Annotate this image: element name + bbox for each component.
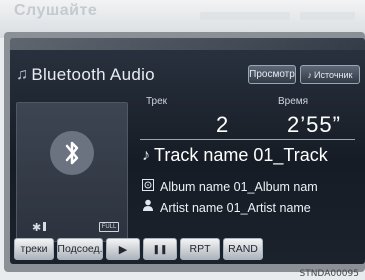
artist-icon xyxy=(142,199,154,217)
image-code: STNDA00095 xyxy=(299,269,359,279)
bluetooth-icon xyxy=(50,131,94,175)
track-label: Трек xyxy=(146,96,168,107)
app-title-text: Bluetooth Audio xyxy=(31,65,155,84)
album-row: Album name 01_Album nam xyxy=(142,178,318,196)
repeat-button[interactable]: RPT xyxy=(180,238,220,260)
ghost-bar xyxy=(200,12,290,20)
music-note-icon: ♪ xyxy=(142,146,150,164)
pause-icon: ❚❚ xyxy=(152,243,168,254)
audio-screen: ♫ Bluetooth Audio Просмотр ♪ Источник ✱ … xyxy=(10,38,365,264)
album-icon xyxy=(142,178,154,196)
screen-glare xyxy=(10,38,365,50)
artist-row: Artist name 01_Artist name xyxy=(142,199,311,217)
artist-name: Artist name 01_Artist name xyxy=(160,201,311,215)
play-icon: ▶ xyxy=(118,243,128,256)
connect-button[interactable]: Подсоед. xyxy=(57,238,103,260)
music-note-icon: ♫ xyxy=(16,66,29,83)
separator-line xyxy=(140,139,355,140)
app-title: ♫ Bluetooth Audio xyxy=(16,65,155,85)
source-icon: ♪ xyxy=(307,69,313,80)
play-button[interactable]: ▶ xyxy=(106,238,140,260)
track-name-row: ♪ Track name 01_Track xyxy=(142,145,328,166)
signal-icon: ✱ xyxy=(32,219,48,237)
ghost-bar xyxy=(300,12,355,20)
connect-button-label: Подсоед. xyxy=(57,243,103,255)
time-label: Время xyxy=(278,96,309,107)
view-button[interactable]: Просмотр xyxy=(248,65,296,84)
device-panel: ✱ FULL xyxy=(16,102,128,242)
pause-button[interactable]: ❚❚ xyxy=(143,238,177,260)
track-name: Track name 01_Track xyxy=(154,145,328,165)
track-number: 2 xyxy=(216,112,230,137)
source-button[interactable]: ♪ Источник xyxy=(300,65,360,84)
ghost-heading: Слушайте xyxy=(14,2,98,19)
album-name: Album name 01_Album nam xyxy=(160,180,318,194)
source-button-label: Источник xyxy=(314,69,353,80)
random-button-label: RAND xyxy=(228,243,258,255)
elapsed-time: 2’55” xyxy=(287,112,341,137)
tracks-button-label: треки xyxy=(20,243,48,255)
battery-icon: FULL xyxy=(99,222,119,232)
random-button[interactable]: RAND xyxy=(223,238,263,260)
tracks-button[interactable]: треки xyxy=(14,238,54,260)
view-button-label: Просмотр xyxy=(249,69,295,80)
repeat-button-label: RPT xyxy=(189,243,211,255)
svg-text:✱: ✱ xyxy=(32,221,41,232)
